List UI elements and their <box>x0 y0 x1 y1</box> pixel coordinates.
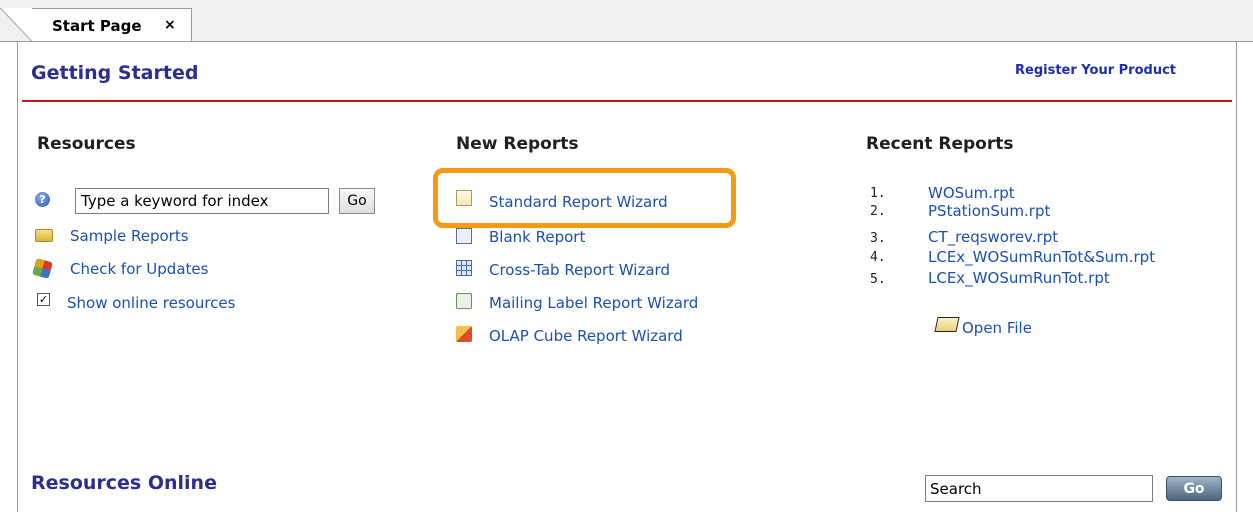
standard-report-wizard-link[interactable]: Standard Report Wizard <box>489 193 668 211</box>
check-updates-link[interactable]: Check for Updates <box>70 260 208 278</box>
recent-report-link[interactable]: WOSum.rpt <box>928 184 1015 202</box>
recent-number: 3. <box>870 231 886 246</box>
tab-slant-edge <box>0 8 32 42</box>
recent-number: 5. <box>870 272 886 287</box>
resources-online-heading: Resources Online <box>31 472 217 494</box>
page-title: Getting Started <box>31 62 199 84</box>
index-keyword-input[interactable] <box>75 188 329 214</box>
tab-label[interactable]: Start Page <box>52 17 142 35</box>
blank-report-icon <box>456 228 472 244</box>
crosstab-report-icon <box>456 260 472 276</box>
open-file-link[interactable]: Open File <box>962 319 1032 337</box>
recent-number: 4. <box>870 250 886 265</box>
mailing-label-icon <box>456 293 472 309</box>
header-divider <box>22 100 1232 102</box>
search-input[interactable] <box>925 475 1153 502</box>
olap-cube-wizard-link[interactable]: OLAP Cube Report Wizard <box>489 327 683 345</box>
new-reports-heading: New Reports <box>456 134 579 154</box>
blank-report-link[interactable]: Blank Report <box>489 228 585 246</box>
olap-cube-icon <box>456 326 472 342</box>
tab-close-icon[interactable]: × <box>164 17 176 33</box>
recent-number: 2. <box>870 204 886 219</box>
register-product-link[interactable]: Register Your Product <box>1015 63 1176 78</box>
show-online-checkbox[interactable]: ✓ <box>37 293 50 306</box>
recent-report-link[interactable]: LCEx_WOSumRunTot&Sum.rpt <box>928 248 1155 266</box>
recent-number: 1. <box>870 186 886 201</box>
recent-report-link[interactable]: CT_reqsworev.rpt <box>928 228 1058 246</box>
show-online-resources-link[interactable]: Show online resources <box>67 294 235 312</box>
mailing-label-wizard-link[interactable]: Mailing Label Report Wizard <box>489 294 698 312</box>
search-go-button[interactable]: Go <box>1166 476 1222 501</box>
crosstab-report-wizard-link[interactable]: Cross-Tab Report Wizard <box>489 261 670 279</box>
resources-heading: Resources <box>37 134 136 154</box>
sample-reports-link[interactable]: Sample Reports <box>70 227 189 245</box>
standard-report-icon <box>456 190 472 206</box>
recent-report-link[interactable]: PStationSum.rpt <box>928 202 1050 220</box>
index-go-button[interactable]: Go <box>339 188 375 214</box>
open-folder-icon <box>934 317 960 332</box>
recent-reports-heading: Recent Reports <box>866 134 1014 154</box>
help-icon: ? <box>35 192 50 207</box>
folder-icon <box>35 229 53 242</box>
recent-report-link[interactable]: LCEx_WOSumRunTot.rpt <box>928 269 1110 287</box>
